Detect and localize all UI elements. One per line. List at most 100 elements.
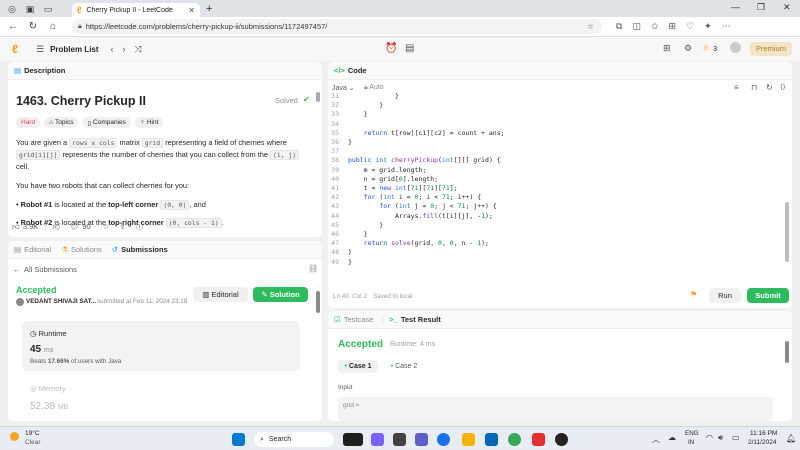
language-code[interactable]: ENG [685,430,699,437]
chrome-icon[interactable] [508,433,521,446]
code-line[interactable]: 41 t = new int[71][71][71]; [328,184,457,193]
avatar[interactable] [730,42,741,53]
all-submissions-link[interactable]: All Submissions [24,265,77,274]
share-icon[interactable]: ⇪ [119,222,125,231]
comment-icon[interactable]: 💬︎ [70,222,80,231]
collections-icon[interactable]: ⊞ [669,21,677,32]
star-icon[interactable]: ☆ [103,222,110,231]
file-explorer-icon[interactable] [462,433,475,446]
url-input[interactable]: 🔒︎ https://leetcode.com/problems/cherry-… [72,19,602,34]
code-line[interactable]: 44 Arrays.fill(t[i][j], -1); [328,212,493,221]
submissions-scrollbar[interactable] [316,291,320,313]
solution-button[interactable]: ✎ Solution [253,287,308,302]
hint-chip[interactable]: ♀ Hint [134,117,164,128]
menu-icon[interactable]: ⋯ [722,21,731,32]
split-screen-icon[interactable]: ◫ [632,21,641,32]
new-tab-icon[interactable]: + [206,3,212,15]
favorites-icon[interactable]: ✩ [651,21,659,32]
debug-tool-icon[interactable]: ⚑ [690,290,697,299]
code-line[interactable]: 36} [328,138,352,147]
premium-button[interactable]: Premium [750,42,792,56]
code-line[interactable]: 46 } [328,230,367,239]
windows-start-icon[interactable] [232,433,245,446]
fullscreen-icon[interactable]: ⟨⟩ [780,83,785,91]
refresh-icon[interactable]: ↻ [26,21,40,32]
code-line[interactable]: 34 [328,120,348,129]
editorial-button[interactable]: ▥ Editorial [193,287,248,302]
code-line[interactable]: 37 [328,147,348,156]
leetcode-logo-icon[interactable]: ℓ [12,42,24,56]
code-line[interactable]: 40 n = grid[0].length; [328,175,438,184]
topics-chip[interactable]: ⌂ Topics [44,117,79,128]
code-line[interactable]: 39 m = grid.length; [328,166,426,175]
code-line[interactable]: 32 } [328,101,383,110]
run-button[interactable]: Run [709,288,741,303]
edge-browser-icon[interactable] [437,433,450,446]
runtime-card[interactable]: ◷ Runtime 45 ms Beats 17.66% of users wi… [22,321,300,371]
help-icon[interactable]: ⓘ [136,221,144,232]
debug-icon[interactable]: ⏰ [385,43,397,54]
clock-time[interactable]: 11:16 PM [750,430,777,437]
language-select[interactable]: Java ⌄ [332,84,355,92]
settings-gear-icon[interactable]: ⚙ [684,43,692,54]
code-editor[interactable]: 31 } 32 } 33 } 34 35 return t[row][c1][c2] =… [328,92,792,272]
browser-tab[interactable]: ℓ Cherry Pickup II - LeetCode ✕ [72,3,200,17]
close-tab-icon[interactable]: ✕ [188,6,195,15]
minimize-icon[interactable]: — [731,2,740,12]
notifications-icon[interactable]: 🔔︎ [786,434,796,443]
copilot-icon[interactable]: ✦ [704,21,712,32]
companies-chip[interactable]: ▯ Companies [82,117,131,128]
browser-essentials-icon[interactable]: ♡ [686,21,694,32]
bookmark-icon[interactable]: ⊓ [751,83,757,92]
format-icon[interactable]: ≡ [734,83,739,92]
shuffle-icon[interactable]: ⤨ [135,44,142,55]
copilot-app-icon[interactable] [371,433,384,446]
mcafee-icon[interactable] [532,433,545,446]
volume-icon[interactable]: 🔊︎ [718,433,723,443]
tab-test-result[interactable]: Test Result [401,315,441,324]
tab-testcase[interactable]: Testcase [344,315,374,324]
code-line[interactable]: 35 return t[row][c1][c2] = count + ans; [328,129,504,138]
prev-problem-icon[interactable]: ‹ [111,44,114,54]
task-view-icon[interactable] [393,433,406,446]
code-line[interactable]: 33 } [328,110,367,119]
code-line[interactable]: 31 } [328,92,399,101]
layout-icon[interactable]: ⊞ [663,43,671,54]
media-player-icon[interactable] [555,433,568,446]
link-icon[interactable]: ⛓ [308,264,318,273]
editor-scrollbar[interactable] [785,202,789,262]
profile-icon[interactable]: ◎ [6,3,18,15]
dislike-icon[interactable]: 👎︎ [52,222,60,232]
code-line[interactable]: 45 } [328,221,383,230]
maximize-icon[interactable]: ❐ [757,2,765,13]
tray-chevron-up-icon[interactable]: ︿ [652,434,660,445]
workspaces-icon[interactable]: ▣ [24,3,36,15]
problem-list-link[interactable]: Problem List [50,45,98,54]
tab-description[interactable]: Description [24,66,65,75]
extensions-icon[interactable]: ⧉ [616,21,622,32]
tab-editorial[interactable]: Editorial [24,245,51,254]
like-icon[interactable]: 👍︎ [12,222,20,232]
favorite-star-icon[interactable]: ☆ [587,22,594,31]
battery-icon[interactable]: ▭ [732,433,740,442]
tab-solutions[interactable]: Solutions [71,245,102,254]
code-line[interactable]: 38 public int cherryPickup(int[][] grid) … [328,156,501,165]
tab-code[interactable]: Code [348,66,367,75]
tab-submissions[interactable]: Submissions [121,245,168,254]
auto-mode[interactable]: 🔒︎ Auto [364,84,384,92]
widgets-icon[interactable] [343,433,363,446]
tab-actions-icon[interactable]: ▭ [42,3,54,15]
submit-button[interactable]: Submit [747,288,789,303]
tray-cloud-icon[interactable]: ☁ [668,433,676,442]
case-1-tab[interactable]: • Case 1 [338,360,378,373]
wifi-icon[interactable]: ◠ [706,433,713,442]
teams-icon[interactable] [415,433,428,446]
next-problem-icon[interactable]: › [123,44,126,54]
submitter-name[interactable]: VEDANT SHIVAJI SAT... [26,298,96,305]
case-2-tab[interactable]: • Case 2 [386,360,422,373]
code-line[interactable]: 49} [328,258,352,267]
close-window-icon[interactable]: ✕ [783,2,791,13]
store-icon[interactable] [485,433,498,446]
home-icon[interactable]: ⌂ [46,21,60,32]
back-arrow-icon[interactable]: ← [13,265,21,274]
